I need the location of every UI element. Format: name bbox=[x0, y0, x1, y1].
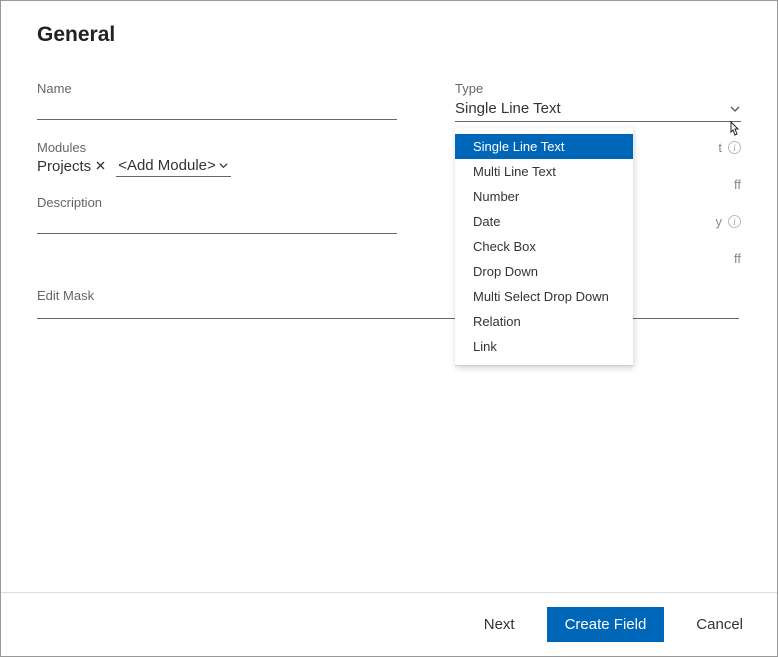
important-state-fragment: ff bbox=[734, 177, 741, 192]
module-tag-text: Projects bbox=[37, 158, 91, 175]
type-label: Type bbox=[455, 81, 741, 96]
create-field-button[interactable]: Create Field bbox=[547, 607, 665, 642]
type-option-number[interactable]: Number bbox=[455, 184, 633, 209]
edit-mask-group: Edit Mask bbox=[37, 288, 741, 319]
name-label: Name bbox=[37, 81, 397, 96]
readonly-state-fragment: ff bbox=[734, 251, 741, 266]
dialog-footer: Next Create Field Cancel bbox=[1, 592, 777, 656]
row-name-type: Name Type Single Line Text bbox=[37, 81, 741, 122]
chevron-down-icon bbox=[218, 160, 229, 171]
description-label: Description bbox=[37, 195, 397, 210]
type-option-drop-down[interactable]: Drop Down bbox=[455, 259, 633, 284]
type-field-group: Type Single Line Text Single L bbox=[455, 81, 741, 122]
important-label-fragment: t bbox=[718, 140, 722, 155]
readonly-state-row: ff bbox=[734, 251, 741, 266]
type-dropdown: Single Line Text Multi Line Text Number … bbox=[455, 128, 633, 366]
type-option-multi-select-drop-down[interactable]: Multi Select Drop Down bbox=[455, 284, 633, 309]
type-option-date[interactable]: Date bbox=[455, 209, 633, 234]
name-input[interactable] bbox=[37, 98, 397, 120]
modules-tags-row: Projects <Add Module> bbox=[37, 157, 397, 177]
add-module-button[interactable]: <Add Module> bbox=[116, 157, 231, 177]
type-option-multi-line-text[interactable]: Multi Line Text bbox=[455, 159, 633, 184]
name-field-group: Name bbox=[37, 81, 397, 122]
section-title: General bbox=[37, 23, 741, 47]
modules-label: Modules bbox=[37, 140, 397, 155]
readonly-toggle-row: ff bbox=[734, 177, 741, 192]
edit-mask-label: Edit Mask bbox=[37, 288, 741, 303]
modules-field-group: Modules Projects <Add Module> bbox=[37, 140, 397, 177]
dialog-content: General Name Type Single Line Text bbox=[1, 1, 777, 319]
description-field-group: Description bbox=[37, 195, 397, 234]
dialog: General Name Type Single Line Text bbox=[0, 0, 778, 657]
cancel-button[interactable]: Cancel bbox=[692, 608, 747, 641]
type-option-check-box[interactable]: Check Box bbox=[455, 234, 633, 259]
type-select[interactable]: Single Line Text Single Line Text Multi … bbox=[455, 98, 741, 122]
module-tag-projects[interactable]: Projects bbox=[37, 158, 106, 177]
row-description: Description bbox=[37, 195, 741, 234]
type-option-link[interactable]: Link bbox=[455, 334, 633, 359]
row-modules: Modules Projects <Add Module> bbox=[37, 140, 741, 177]
description-input[interactable] bbox=[37, 212, 397, 234]
type-selected-text: Single Line Text bbox=[455, 100, 561, 117]
add-module-text: <Add Module> bbox=[118, 157, 216, 174]
close-icon[interactable] bbox=[95, 159, 106, 174]
type-option-relation[interactable]: Relation bbox=[455, 309, 633, 334]
type-option-single-line-text[interactable]: Single Line Text bbox=[455, 134, 633, 159]
chevron-down-icon bbox=[729, 103, 741, 115]
edit-mask-input[interactable] bbox=[37, 305, 739, 319]
cursor-pointer-icon bbox=[725, 120, 743, 143]
next-button[interactable]: Next bbox=[480, 608, 519, 641]
type-selected-value[interactable]: Single Line Text bbox=[455, 98, 741, 122]
